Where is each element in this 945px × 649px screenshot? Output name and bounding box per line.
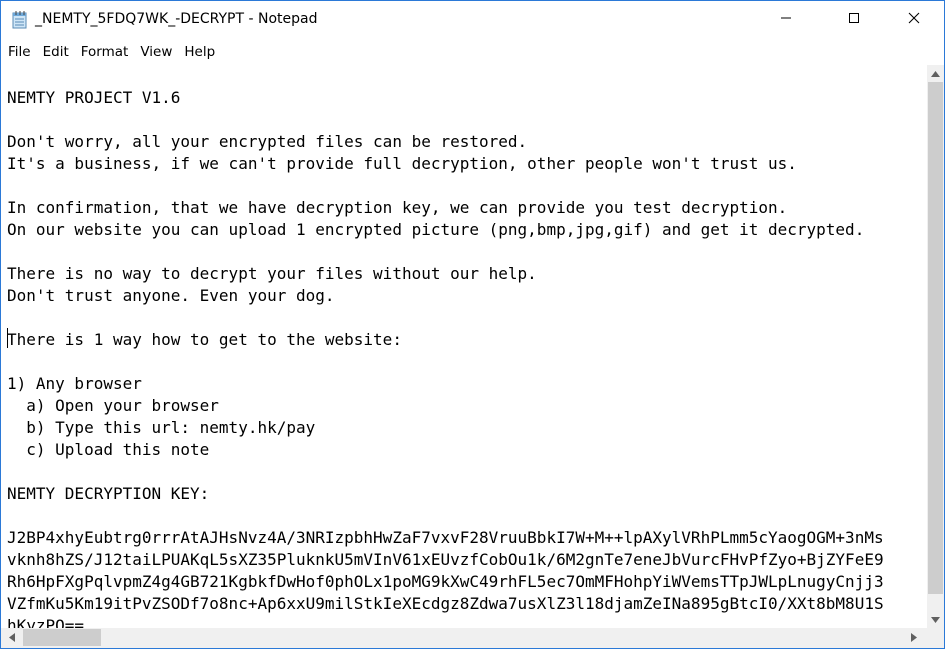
text-line <box>7 461 884 483</box>
text-line: b) Type this url: nemty.hk/pay <box>7 418 316 437</box>
text-line <box>7 175 884 197</box>
text-line: VZfmKu5Km19itPvZSODf7o8nc+Ap6xxU9milStkI… <box>7 594 884 613</box>
maximize-icon <box>848 11 860 29</box>
text-line: a) Open your browser <box>7 396 219 415</box>
scroll-up-icon[interactable] <box>927 65 944 82</box>
close-icon <box>908 11 920 29</box>
horizontal-scrollbar[interactable] <box>1 628 927 648</box>
text-line: J2BP4xhyEubtrg0rrrAtAJHsNvz4A/3NRIzpbhHw… <box>7 528 884 547</box>
text-line: It's a business, if we can't provide ful… <box>7 154 797 173</box>
text-line: There is no way to decrypt your files wi… <box>7 264 537 283</box>
text-line: On our website you can upload 1 encrypte… <box>7 220 865 239</box>
scroll-left-icon[interactable] <box>3 629 20 646</box>
text-line: Don't worry, all your encrypted files ca… <box>7 132 528 151</box>
window-title: _NEMTY_5FDQ7WK_-DECRYPT - Notepad <box>35 11 318 27</box>
document-text: NEMTY PROJECT V1.6 Don't worry, all your… <box>7 65 884 628</box>
text-line <box>7 505 884 527</box>
close-button[interactable] <box>891 1 937 39</box>
scroll-right-icon[interactable] <box>905 629 922 646</box>
horizontal-scroll-thumb[interactable] <box>23 629 101 646</box>
maximize-button[interactable] <box>831 1 877 39</box>
text-line: hKyzPQ== <box>7 616 85 628</box>
scrollbar-corner <box>927 628 944 648</box>
menu-file[interactable]: File <box>2 39 37 65</box>
text-line <box>7 351 884 373</box>
text-line: NEMTY PROJECT V1.6 <box>7 88 181 107</box>
text-line: c) Upload this note <box>7 440 210 459</box>
menu-help[interactable]: Help <box>178 39 221 65</box>
title-bar[interactable]: _NEMTY_5FDQ7WK_-DECRYPT - Notepad <box>1 1 944 39</box>
text-line: There is 1 way how to get to the website… <box>7 330 402 349</box>
text-line <box>7 241 884 263</box>
text-editor[interactable]: NEMTY PROJECT V1.6 Don't worry, all your… <box>1 65 927 628</box>
vertical-scrollbar[interactable] <box>927 65 944 628</box>
vertical-scroll-thumb[interactable] <box>928 82 943 594</box>
menu-view[interactable]: View <box>134 39 178 65</box>
text-line <box>7 307 884 329</box>
menu-bar: File Edit Format View Help <box>1 39 944 65</box>
text-caret <box>7 328 8 348</box>
menu-edit[interactable]: Edit <box>37 39 75 65</box>
minimize-icon <box>780 11 792 29</box>
text-line: Rh6HpFXgPqlvpmZ4g4GB721KgbkfDwHof0phOLx1… <box>7 572 884 591</box>
text-line: In confirmation, that we have decryption… <box>7 198 788 217</box>
minimize-button[interactable] <box>763 1 809 39</box>
text-line: Don't trust anyone. Even your dog. <box>7 286 335 305</box>
scroll-down-icon[interactable] <box>927 611 944 628</box>
notepad-icon <box>11 11 28 29</box>
text-line: NEMTY DECRYPTION KEY: <box>7 484 210 503</box>
text-line <box>7 109 884 131</box>
menu-format[interactable]: Format <box>75 39 135 65</box>
text-line: 1) Any browser <box>7 374 142 393</box>
text-line: vknh8hZS/J12taiLPUAKqL5sXZ35PluknkU5mVIn… <box>7 550 884 569</box>
notepad-window: _NEMTY_5FDQ7WK_-DECRYPT - Notepad File E… <box>0 0 945 649</box>
